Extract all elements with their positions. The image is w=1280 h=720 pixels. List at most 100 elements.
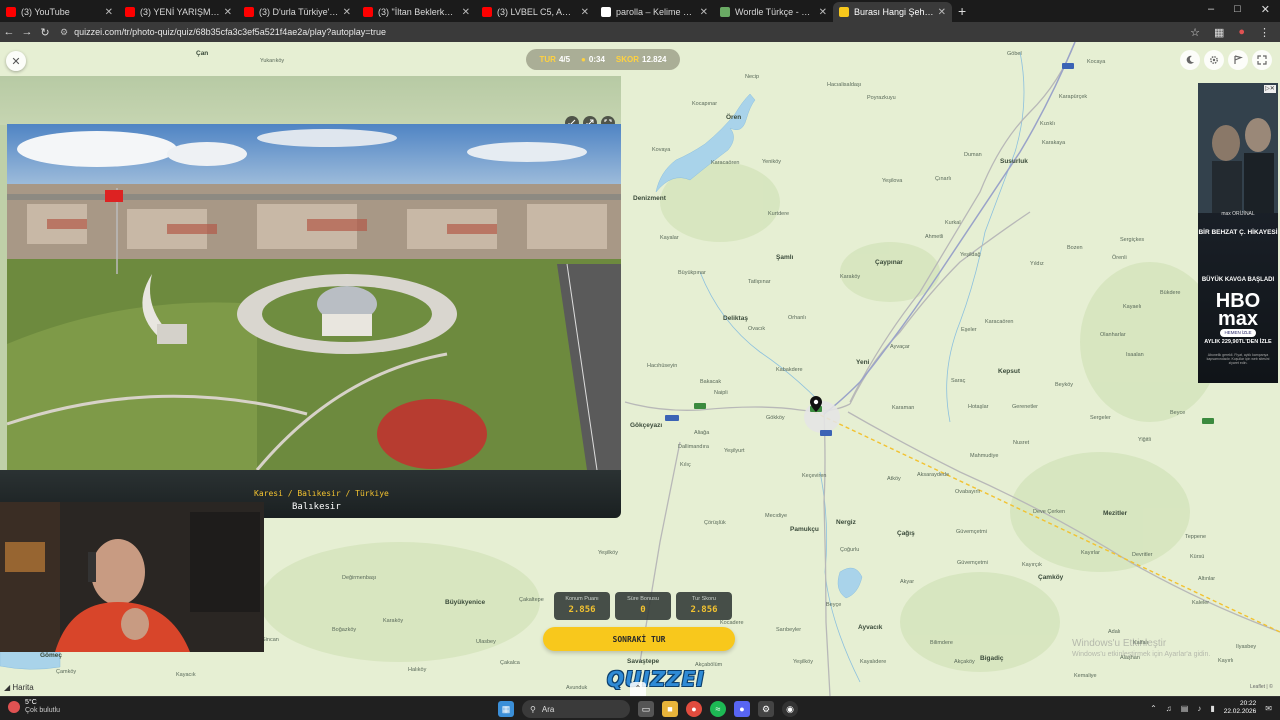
map-village-label: Kabakdere xyxy=(776,367,803,373)
map-village-label: Beyköy xyxy=(1055,382,1074,388)
battery-icon[interactable]: ▮ xyxy=(1210,704,1214,713)
map-town-label: Gökçeyazı xyxy=(630,422,663,429)
tray-chevron-icon[interactable]: ⌃ xyxy=(1150,704,1157,713)
report-button[interactable] xyxy=(1228,50,1248,70)
map-town-label: Denizment xyxy=(633,195,666,202)
fullscreen-button[interactable] xyxy=(1252,50,1272,70)
map-town-label: Çağış xyxy=(897,530,915,537)
map-village-label: Yeşilköy xyxy=(598,550,618,556)
browser-tab[interactable]: (3) LVBEL C5, AKDO - BEN ÜNİ... ✕ xyxy=(476,2,595,22)
browser-tab[interactable]: (3) YouTube ✕ xyxy=(0,2,119,22)
location-pin-icon xyxy=(810,396,822,412)
map-village-label: Avunduk xyxy=(566,685,588,691)
tab-close-icon[interactable]: ✕ xyxy=(819,7,827,18)
map-village-label: Karaköy xyxy=(383,618,404,624)
profile-icon[interactable]: ● xyxy=(1238,26,1245,39)
map-village-label: Akçaköy xyxy=(954,659,975,665)
browser-tab[interactable]: parolla – Kelime oyunu, Günlük... ✕ xyxy=(595,2,714,22)
ad-price: AYLIK 229,90TL'DEN İZLE xyxy=(1204,339,1272,345)
map-town-label: Büyükyenice xyxy=(445,599,486,606)
tab-title: Wordle Türkçe - Günlük Kelime... xyxy=(735,7,815,17)
tab-close-icon[interactable]: ✕ xyxy=(700,7,708,18)
map-village-label: Göbel xyxy=(1007,51,1022,57)
map-credit[interactable]: Leaflet | © xyxy=(1250,684,1273,690)
discord-icon[interactable]: ● xyxy=(734,701,750,717)
theme-toggle-button[interactable] xyxy=(1180,50,1200,70)
volume-icon[interactable]: ♪ xyxy=(1197,704,1201,713)
browser-tab[interactable]: (3) YENİ YARIŞMA: ŞİMDİ ENİŞ... ✕ xyxy=(119,2,238,22)
tab-close-icon[interactable]: ✕ xyxy=(938,7,946,18)
quizzei-logo[interactable]: QUIZZEI xyxy=(607,667,705,691)
obs-icon[interactable]: ◉ xyxy=(782,701,798,717)
map-village-label: Karacaören xyxy=(985,319,1014,325)
ad-header: max ORİJİNAL xyxy=(1221,211,1255,217)
network-icon[interactable]: ▤ xyxy=(1181,704,1189,713)
tab-close-icon[interactable]: ✕ xyxy=(105,7,113,18)
minimize-icon[interactable]: – xyxy=(1208,3,1214,16)
browser-tab[interactable]: (3) D'urla Türkiye'nin Tek Korku... ✕ xyxy=(238,2,357,22)
map-village-label: Kayalıdere xyxy=(860,659,887,665)
timer: ● 0:34 xyxy=(581,55,605,64)
bookmark-star-icon[interactable]: ☆ xyxy=(1190,26,1200,39)
map-village-label: Ovabayırlı xyxy=(955,489,981,495)
task-view-icon[interactable]: ▭ xyxy=(638,701,654,717)
new-tab-button[interactable]: + xyxy=(958,3,966,19)
tab-title: (3) "İltan Beklerken İzlemelik F... xyxy=(378,7,458,17)
close-icon: ✕ xyxy=(11,55,21,68)
map-village-label: Sarıbeyler xyxy=(776,627,802,633)
browser-tab[interactable]: Wordle Türkçe - Günlük Kelime... ✕ xyxy=(714,2,833,22)
browser-tab[interactable]: Burası Hangi Şehir? (Türkiye) - ... ✕ xyxy=(833,2,952,22)
map-village-label: Tatlıpınar xyxy=(748,279,771,285)
notification-icon[interactable]: ✉ xyxy=(1265,704,1272,713)
ad-cta-button[interactable]: HEMEN İZLE xyxy=(1220,329,1256,337)
map-village-label: Sergeler xyxy=(1090,415,1111,421)
maximize-icon[interactable]: □ xyxy=(1234,3,1241,16)
map-village-label: Bakacak xyxy=(700,379,722,385)
window-close-icon[interactable]: ✕ xyxy=(1261,3,1270,16)
next-round-button[interactable]: SONRAKİ TUR xyxy=(543,627,735,651)
map-village-label: Kaleler xyxy=(1192,600,1210,606)
file-explorer-icon[interactable]: ■ xyxy=(662,701,678,717)
forward-icon[interactable]: → xyxy=(18,26,36,38)
reload-icon[interactable]: ↻ xyxy=(36,26,54,39)
site-info-icon[interactable]: ⚙ xyxy=(60,27,68,38)
url-field[interactable]: ⚙ quizzei.com/tr/photo-quiz/quiz/68b35cf… xyxy=(60,24,1190,40)
map-town-label: Yeni xyxy=(856,359,870,366)
close-quiz-button[interactable]: ✕ xyxy=(6,51,26,71)
weather-widget[interactable]: 5°C Çok bulutlu xyxy=(8,699,60,715)
map-village-label: Saraç xyxy=(951,378,966,384)
taskbar-search[interactable]: ⚲ Ara xyxy=(522,700,630,718)
ad-close-icon[interactable]: ▷✕ xyxy=(1264,85,1276,93)
tab-close-icon[interactable]: ✕ xyxy=(343,7,351,18)
chevron-up-icon[interactable]: ⌃ xyxy=(630,682,646,696)
back-icon[interactable]: ← xyxy=(0,26,18,38)
settings-app-icon[interactable]: ⚙ xyxy=(758,701,774,717)
map-village-label: Çamköy xyxy=(56,669,77,675)
photo-panel: Karesi / Balıkesir / Türkiye Balıkesir xyxy=(0,76,621,518)
map-village-label: Kayaelı xyxy=(1123,304,1142,310)
advertisement-banner[interactable]: ▷✕ max ORİJİNAL BİR BEHZAT Ç. HİKAYESİ B… xyxy=(1198,83,1278,383)
microphone-icon[interactable]: ♫ xyxy=(1166,704,1172,713)
map-village-label: Karapürçek xyxy=(1059,94,1088,100)
spotify-icon[interactable]: ≈ xyxy=(710,701,726,717)
map-attribution[interactable]: ◢ Harita xyxy=(4,683,34,692)
map-village-label: Deve Çerken xyxy=(1033,509,1066,515)
city-photo xyxy=(7,124,621,470)
settings-button[interactable] xyxy=(1204,50,1224,70)
menu-dots-icon[interactable]: ⋮ xyxy=(1259,26,1270,39)
browser-tab[interactable]: (3) "İltan Beklerken İzlemelik F... ✕ xyxy=(357,2,476,22)
clock[interactable]: 20:22 22.02.2026 xyxy=(1224,700,1257,716)
map-village-label: Ilyasbey xyxy=(1236,644,1257,650)
map-village-label: Kızıklı xyxy=(1040,121,1055,127)
window-controls: – □ ✕ xyxy=(1208,3,1270,16)
windows-start-icon[interactable]: ▦ xyxy=(498,701,514,717)
extensions-icon[interactable]: ▦ xyxy=(1214,26,1224,39)
map-village-label: Kovaya xyxy=(652,147,671,153)
map-village-label: Yeşildağ xyxy=(960,252,981,258)
map-village-label: Hacıalisaldaşı xyxy=(827,82,862,88)
tab-close-icon[interactable]: ✕ xyxy=(581,7,589,18)
tab-close-icon[interactable]: ✕ xyxy=(462,7,470,18)
chrome-icon[interactable]: ● xyxy=(686,701,702,717)
youtube-icon xyxy=(482,7,492,17)
tab-close-icon[interactable]: ✕ xyxy=(224,7,232,18)
